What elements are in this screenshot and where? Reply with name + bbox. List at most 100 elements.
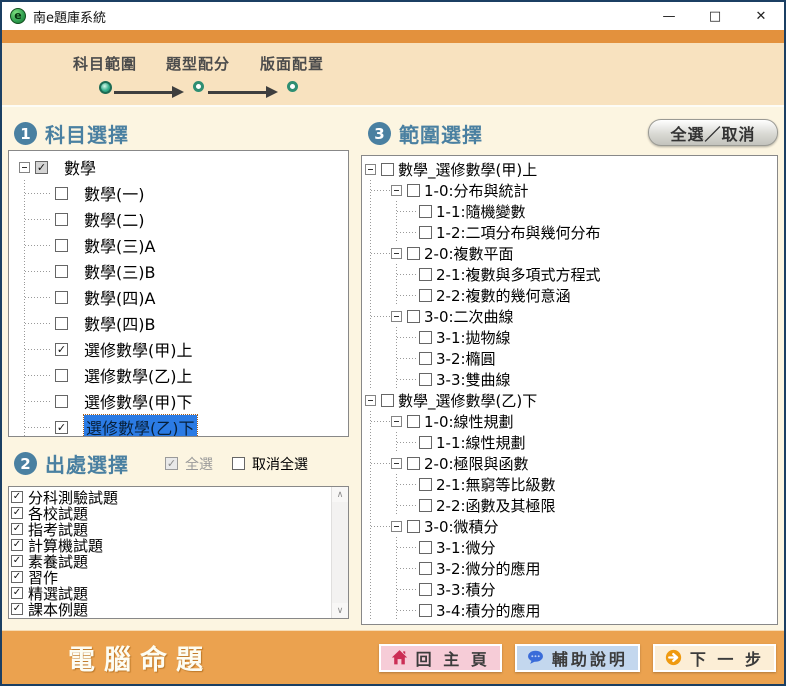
checkbox[interactable] [419, 562, 432, 575]
checkbox[interactable] [407, 247, 420, 260]
tree-collapse-icon[interactable] [391, 416, 402, 427]
tree-collapse-icon[interactable] [391, 521, 402, 532]
tree-collapse-icon[interactable] [391, 248, 402, 259]
checkbox[interactable] [55, 395, 68, 408]
tree-node-label[interactable]: 2-2:函數及其極限 [436, 495, 556, 516]
checkbox[interactable] [419, 226, 432, 239]
tree-node-label[interactable]: 數學 [64, 155, 96, 179]
help-button[interactable]: 輔助說明 [515, 644, 640, 672]
checkbox[interactable]: ✓ [35, 161, 48, 174]
tree-collapse-icon[interactable] [391, 458, 402, 469]
checkbox[interactable]: ✓ [11, 603, 23, 615]
tree-node-label[interactable]: 選修數學(甲)上 [84, 337, 193, 361]
checkbox[interactable] [407, 457, 420, 470]
checkbox[interactable] [419, 541, 432, 554]
tree-node-label[interactable]: 2-1:無窮等比級數 [436, 474, 556, 495]
tree-node-label[interactable]: 數學_選修數學(乙)下 [398, 390, 537, 411]
scrollbar[interactable]: ∧ ∨ [331, 487, 348, 618]
tree-collapse-icon[interactable] [365, 395, 376, 406]
checkbox[interactable] [419, 352, 432, 365]
list-item-label[interactable]: 計算機試題 [28, 537, 103, 553]
scroll-down-icon[interactable]: ∨ [332, 603, 348, 618]
checkbox[interactable]: ✓ [11, 587, 23, 599]
tree-node-label[interactable]: 2-0:極限與函數 [424, 453, 529, 474]
minimize-button[interactable]: — [646, 2, 692, 30]
checkbox[interactable] [407, 520, 420, 533]
close-button[interactable]: ✕ [738, 2, 784, 30]
tree-collapse-icon[interactable] [391, 185, 402, 196]
checkbox[interactable]: ✓ [55, 421, 68, 434]
tree-node-label[interactable]: 1-0:線性規劃 [424, 411, 514, 432]
checkbox[interactable] [419, 604, 432, 617]
checkbox[interactable] [407, 415, 420, 428]
tree-node-label[interactable]: 數學(四)A [84, 285, 155, 309]
tree-collapse-icon[interactable] [19, 162, 30, 173]
tree-node-label[interactable]: 2-1:複數與多項式方程式 [436, 264, 601, 285]
checkbox[interactable] [55, 317, 68, 330]
tree-node-label[interactable]: 選修數學(乙)下 [84, 415, 197, 437]
checkbox[interactable] [55, 369, 68, 382]
tree-node-label[interactable]: 數學(四)B [84, 311, 155, 335]
tree-node-label[interactable]: 3-3:積分 [436, 579, 496, 600]
tree-node-label[interactable]: 數學(一) [84, 181, 145, 205]
checkbox[interactable] [55, 187, 68, 200]
checkbox[interactable] [419, 373, 432, 386]
next-step-button[interactable]: 下 一 步 [653, 644, 776, 672]
checkbox[interactable] [419, 583, 432, 596]
list-item-label[interactable]: 課本例題 [28, 601, 88, 617]
tree-node-label[interactable]: 2-2:複數的幾何意涵 [436, 285, 571, 306]
checkbox[interactable]: ✓ [11, 507, 23, 519]
checkbox[interactable]: ✓ [11, 571, 23, 583]
list-item-label[interactable]: 分科測驗試題 [28, 489, 118, 505]
checkbox[interactable] [381, 163, 394, 176]
tree-node-label[interactable]: 3-4:積分的應用 [436, 600, 541, 621]
tree-node-label[interactable]: 1-2:二項分布與幾何分布 [436, 222, 601, 243]
checkbox[interactable] [419, 205, 432, 218]
tree-node-label[interactable]: 數學(三)A [84, 233, 155, 257]
checkbox[interactable] [407, 184, 420, 197]
tree-collapse-icon[interactable] [365, 164, 376, 175]
checkbox[interactable] [381, 394, 394, 407]
checkbox[interactable]: ✓ [11, 539, 23, 551]
checkbox[interactable] [55, 291, 68, 304]
checkbox[interactable] [419, 436, 432, 449]
list-item-label[interactable]: 素養試題 [28, 553, 88, 569]
checkbox[interactable] [419, 331, 432, 344]
tree-node-label[interactable]: 3-1:微分 [436, 537, 496, 558]
tree-node-label[interactable]: 數學_選修數學(甲)上 [398, 159, 537, 180]
home-button[interactable]: 回 主 頁 [379, 644, 502, 672]
checkbox[interactable] [419, 289, 432, 302]
clear-all-checkbox[interactable] [232, 457, 245, 470]
tree-node-label[interactable]: 3-1:拋物線 [436, 327, 511, 348]
checkbox[interactable] [419, 499, 432, 512]
checkbox[interactable] [55, 213, 68, 226]
checkbox[interactable]: ✓ [11, 523, 23, 535]
list-item-label[interactable]: 精選試題 [28, 585, 88, 601]
checkbox[interactable]: ✓ [55, 343, 68, 356]
list-item-label[interactable]: 指考試題 [28, 521, 88, 537]
tree-node-label[interactable]: 1-0:分布與統計 [424, 180, 529, 201]
scroll-up-icon[interactable]: ∧ [332, 487, 348, 502]
checkbox[interactable] [419, 478, 432, 491]
tree-node-label[interactable]: 3-3:雙曲線 [436, 369, 511, 390]
toggle-all-button[interactable]: 全選／取消 [648, 119, 778, 146]
checkbox[interactable] [55, 265, 68, 278]
tree-node-label[interactable]: 選修數學(乙)上 [84, 363, 193, 387]
checkbox[interactable]: ✓ [11, 555, 23, 567]
checkbox[interactable] [55, 239, 68, 252]
tree-node-label[interactable]: 3-0:二次曲線 [424, 306, 514, 327]
tree-node-label[interactable]: 3-2:微分的應用 [436, 558, 541, 579]
tree-node-label[interactable]: 1-1:隨機變數 [436, 201, 526, 222]
tree-node-label[interactable]: 數學(二) [84, 207, 145, 231]
select-all-checkbox[interactable]: ✓ [165, 457, 178, 470]
tree-collapse-icon[interactable] [391, 311, 402, 322]
tree-node-label[interactable]: 數學(三)B [84, 259, 155, 283]
list-item-label[interactable]: 各校試題 [28, 505, 88, 521]
checkbox[interactable]: ✓ [11, 491, 23, 503]
checkbox[interactable] [407, 310, 420, 323]
tree-node-label[interactable]: 2-0:複數平面 [424, 243, 514, 264]
tree-node-label[interactable]: 選修數學(甲)下 [84, 389, 193, 413]
checkbox[interactable] [419, 268, 432, 281]
tree-node-label[interactable]: 3-0:微積分 [424, 516, 499, 537]
maximize-button[interactable]: □ [692, 2, 738, 30]
